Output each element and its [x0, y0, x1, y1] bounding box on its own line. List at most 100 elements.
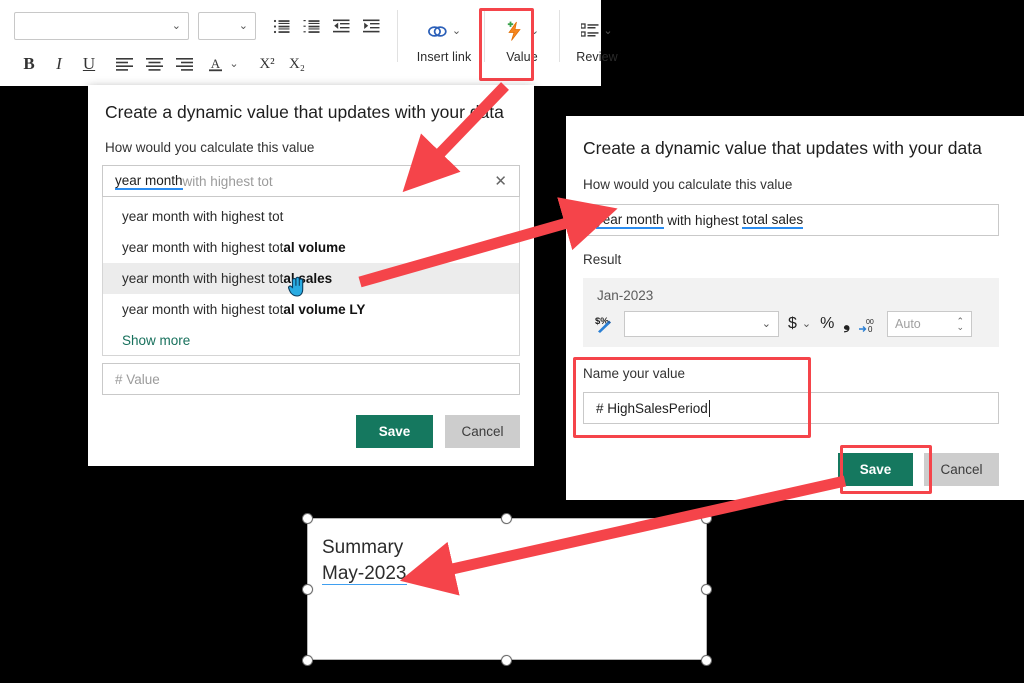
decimals-input[interactable]: Auto ⌃ ⌄	[887, 311, 973, 337]
align-right-button[interactable]	[169, 49, 199, 79]
suggestion-completion: al volume	[283, 240, 346, 255]
text-line-title: Summary	[322, 537, 404, 558]
summary-text-box[interactable]: Summary May-2023	[307, 518, 707, 660]
dynamic-value-dialog-right: Create a dynamic value that updates with…	[566, 116, 1024, 500]
query-token: year month	[115, 172, 183, 190]
chevron-down-icon: ⌄	[451, 24, 462, 37]
insert-link-button[interactable]: ⌄ Insert link	[410, 10, 478, 76]
dialog-actions: Save Cancel	[102, 415, 520, 448]
align-left-button[interactable]	[109, 49, 139, 79]
increase-indent-icon	[362, 19, 379, 33]
numbered-list-button[interactable]	[296, 11, 326, 41]
decrease-indent-button[interactable]	[326, 11, 356, 41]
close-icon[interactable]: ✕	[494, 172, 507, 190]
name-your-value-label: Name your value	[583, 366, 686, 381]
align-center-button[interactable]	[139, 49, 169, 79]
calculation-input[interactable]: year month with highest total sales	[583, 204, 999, 236]
resize-handle-nw[interactable]	[302, 513, 313, 524]
result-value: Jan-2023	[597, 288, 654, 303]
toolbar-divider	[397, 10, 398, 62]
subscript-label: X₂	[288, 55, 306, 72]
italic-button[interactable]: I	[44, 49, 74, 79]
suggestion-completion: al volume LY	[283, 302, 366, 317]
align-center-icon	[145, 57, 163, 71]
percent-button[interactable]: %	[820, 315, 834, 333]
save-button[interactable]: Save	[838, 453, 913, 486]
text-caret	[708, 399, 711, 417]
decrease-indent-icon	[332, 19, 349, 33]
list-item[interactable]: year month with highest tot al volume LY	[103, 294, 519, 325]
superscript-button[interactable]: X²	[252, 49, 282, 79]
screenshot-stage: ⌄ ⌄ B I U A ⌄ X² X₂ ⌄ Insert link ⌄ Valu…	[0, 0, 1024, 683]
font-color-icon: A	[208, 56, 222, 71]
dialog-actions: Save Cancel	[583, 453, 999, 486]
calculate-field-label: How would you calculate this value	[583, 177, 793, 192]
suggestion-dropdown: year month with highest tot year month w…	[102, 197, 520, 356]
number-format-toolbar: $% ⌄ $ ⌄ % ❟ 00 0 Auto ⌃ ⌄	[583, 311, 999, 347]
subscript-button[interactable]: X₂	[282, 49, 312, 79]
resize-handle-w[interactable]	[302, 584, 313, 595]
chevron-down-icon: ⌄	[238, 19, 248, 32]
save-button[interactable]: Save	[356, 415, 433, 448]
chevron-down-icon: ⌄	[529, 24, 540, 37]
currency-button[interactable]: $	[788, 315, 797, 333]
align-right-icon	[175, 57, 193, 71]
font-size-select[interactable]: ⌄	[198, 12, 256, 40]
query-connector: with highest	[663, 212, 743, 228]
dynamic-value-text: May-2023	[322, 563, 407, 586]
result-panel: Jan-2023 $% ⌄ $ ⌄ % ❟ 00 0 Auto ⌃ ⌄	[583, 278, 999, 347]
calculate-field-label: How would you calculate this value	[105, 140, 315, 155]
comma-style-button[interactable]: ❟	[843, 315, 850, 332]
value-button[interactable]: ⌄ Value	[491, 10, 553, 76]
chevron-down-icon: ⌄	[603, 24, 613, 37]
dynamic-value-dialog-left: Create a dynamic value that updates with…	[88, 85, 534, 466]
text-box-content: Summary May-2023	[308, 519, 706, 587]
value-name-placeholder: # Value	[115, 371, 160, 387]
value-name-text: # HighSalesPeriod	[596, 400, 708, 416]
resize-handle-n[interactable]	[501, 513, 512, 524]
resize-handle-se[interactable]	[701, 655, 712, 666]
review-button[interactable]: ⌄ Review	[566, 10, 628, 76]
suggestion-typed: year month with highest tot	[122, 302, 284, 317]
currency-format-icon[interactable]: $%	[595, 314, 615, 334]
underline-button[interactable]: U	[74, 49, 104, 79]
bold-button[interactable]: B	[14, 49, 44, 79]
list-item[interactable]: year month with highest tot al volume	[103, 232, 519, 263]
numbered-list-icon	[303, 19, 319, 33]
calculation-input[interactable]: year month with highest tot ✕	[102, 165, 520, 197]
font-color-button[interactable]: A	[204, 49, 226, 79]
query-token-entity: year month	[596, 211, 664, 229]
font-color-dropdown[interactable]: ⌄	[226, 49, 242, 79]
link-icon	[427, 25, 447, 37]
cancel-button[interactable]: Cancel	[445, 415, 520, 448]
show-more-link[interactable]: Show more	[103, 325, 519, 355]
resize-handle-s[interactable]	[501, 655, 512, 666]
resize-handle-ne[interactable]	[701, 513, 712, 524]
bulleted-list-button[interactable]	[266, 11, 296, 41]
svg-text:A: A	[210, 56, 220, 71]
value-name-input[interactable]: # HighSalesPeriod	[583, 392, 999, 424]
review-label: Review	[576, 50, 618, 64]
toolbar-divider	[484, 10, 485, 62]
value-name-input[interactable]: # Value	[102, 363, 520, 395]
decimals-placeholder: Auto	[895, 317, 921, 331]
resize-handle-sw[interactable]	[302, 655, 313, 666]
bulleted-list-icon	[273, 19, 289, 33]
query-remainder: with highest tot	[182, 173, 273, 189]
resize-handle-e[interactable]	[701, 584, 712, 595]
bold-label: B	[23, 54, 35, 73]
increase-indent-button[interactable]	[356, 11, 386, 41]
font-family-select[interactable]: ⌄	[14, 12, 189, 40]
query-token-measure: total sales	[742, 211, 804, 229]
list-item[interactable]: year month with highest tot	[103, 201, 519, 232]
toolbar-divider	[559, 10, 560, 62]
italic-label: I	[56, 54, 62, 73]
superscript-label: X²	[259, 55, 275, 72]
decrease-decimal-icon[interactable]: 00 0	[859, 316, 878, 333]
cancel-button[interactable]: Cancel	[924, 453, 999, 486]
stepper-icon[interactable]: ⌃ ⌄	[956, 317, 964, 332]
dynamic-value-icon	[507, 21, 521, 41]
chevron-down-icon[interactable]: ⌄	[802, 318, 811, 330]
number-format-select[interactable]: ⌄	[624, 311, 779, 337]
list-item-selected[interactable]: year month with highest tot al sales	[103, 263, 519, 297]
